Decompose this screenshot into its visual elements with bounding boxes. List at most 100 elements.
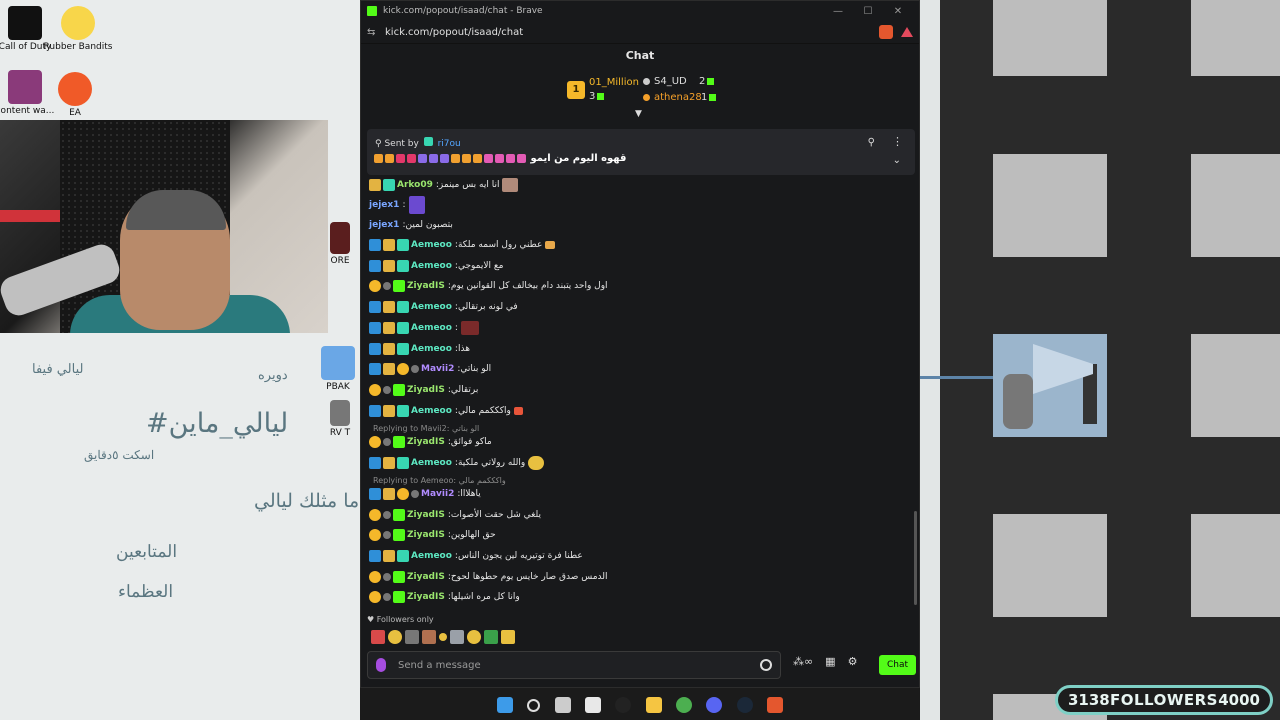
emote-icon[interactable] <box>371 630 385 644</box>
site-settings-icon[interactable]: ⇆ <box>367 27 383 38</box>
desktop-icon-rubber-bandits[interactable]: Rubber Bandits <box>43 6 113 52</box>
title-bar: kick.com/popout/isaad/chat - Brave — ☐ ✕ <box>361 1 919 21</box>
crown-badge-icon <box>383 457 395 469</box>
kick-logo-icon <box>367 6 377 16</box>
reply-context[interactable]: Replying to Aemeoo: واكككمم مالي <box>373 476 506 485</box>
send-chat-button[interactable]: Chat <box>879 655 916 675</box>
maximize-icon[interactable]: ☐ <box>853 6 883 17</box>
crown-badge-icon <box>383 322 395 334</box>
desktop-icon-rvt[interactable]: RV T <box>320 400 360 438</box>
chrome-icon[interactable] <box>675 697 692 713</box>
followers-goal-widget: 3138 FOLLOWERS 4000 <box>1055 685 1273 715</box>
leaderboard-user[interactable]: S4_UD <box>641 76 687 87</box>
chat-message[interactable]: Mavii2: ياهلااا <box>369 486 481 502</box>
gift-icon <box>707 77 715 85</box>
leaderboard-user[interactable]: athena28 <box>641 92 702 103</box>
windows-start-icon[interactable] <box>497 697 514 713</box>
obs-icon[interactable] <box>615 697 632 713</box>
crown-badge-icon <box>383 550 395 562</box>
overlay-note: ما مثلك ليالي <box>254 490 360 512</box>
chat-message[interactable]: jejex1: بتصبون لمين <box>369 217 453 233</box>
overlay-note: ليالي فيفا <box>32 362 84 377</box>
gift-icon <box>597 92 605 100</box>
emote-icon[interactable] <box>501 630 515 644</box>
more-options-icon[interactable]: ⋮ <box>892 135 903 148</box>
chevron-down-icon[interactable]: ⌄ <box>893 155 901 166</box>
emote-icon[interactable] <box>450 630 464 644</box>
emote-icon[interactable] <box>439 633 447 641</box>
chat-message[interactable]: Aemeoo: مع الايموجي <box>369 258 504 274</box>
gift-badge-icon <box>393 384 405 396</box>
chat-message[interactable]: Aemeoo: والله رولاتي ملكية <box>369 455 545 471</box>
moderator-badge-icon <box>369 550 381 562</box>
game-tile <box>993 154 1107 257</box>
chat-message[interactable]: Aemeoo: في لونه برتقالي <box>369 299 518 315</box>
url-field[interactable]: kick.com/popout/isaad/chat <box>383 27 871 38</box>
settings-gear-icon[interactable]: ⚙ <box>848 655 858 668</box>
gifter-badge-icon <box>397 488 409 500</box>
reply-context[interactable]: Replying to Mavii2: الو بناتي <box>373 424 479 433</box>
moderator-badge-icon <box>369 239 381 251</box>
expand-leaderboard-icon[interactable]: ▼ <box>635 109 642 119</box>
chat-message[interactable]: Aemeoo: عطني رول اسمه ملكة <box>369 237 556 253</box>
brave-shields-icon[interactable] <box>879 25 893 39</box>
subscriber-badge-icon <box>383 179 395 191</box>
channel-points-icon[interactable]: ⁂∞ <box>793 655 813 668</box>
unpin-icon[interactable]: ⚲ <box>868 137 875 148</box>
emote-icon[interactable] <box>467 630 481 644</box>
gift-icon[interactable]: ▦ <box>825 655 835 668</box>
chat-scrollbar[interactable] <box>914 511 917 605</box>
chat-message[interactable]: ZiyadIS: وانا كل مره اشيلها <box>369 589 520 605</box>
microphone-icon[interactable] <box>376 658 386 672</box>
subscriber-badge-icon <box>397 405 409 417</box>
leaderboard-user[interactable]: 01_Million <box>589 77 639 88</box>
cod-icon <box>8 6 42 40</box>
brave-rewards-icon[interactable] <box>901 27 913 37</box>
address-bar: ⇆ kick.com/popout/isaad/chat <box>361 21 919 43</box>
founder-badge-icon <box>383 593 391 601</box>
emote-icon[interactable] <box>422 630 436 644</box>
emote-icon[interactable] <box>405 630 419 644</box>
chat-message[interactable]: ZiyadIS: اول واحد يتبند دام بيخالف كل ال… <box>369 278 608 294</box>
discord-icon[interactable] <box>706 697 723 713</box>
moderator-badge-icon <box>369 322 381 334</box>
crown-badge-icon <box>383 260 395 272</box>
moderator-badge-icon <box>369 457 381 469</box>
chat-message[interactable]: ZiyadIS: برتقالي <box>369 382 478 398</box>
chat-message[interactable]: Arko09: انا ايه بس مينمز <box>369 177 519 193</box>
steam-icon[interactable] <box>736 697 753 713</box>
emote-icon[interactable] <box>484 630 498 644</box>
chat-message[interactable]: Aemeoo: هذا <box>369 341 470 357</box>
chat-message[interactable]: ZiyadIS: حق الهالوين <box>369 527 496 543</box>
gifter-badge-icon <box>369 436 381 448</box>
leaderboard-gifts: 2 <box>699 76 715 87</box>
chat-message[interactable]: jejex1: <box>369 196 425 214</box>
emoji-picker-icon[interactable] <box>760 659 772 671</box>
chat-message[interactable]: ZiyadIS: الدمس صدق صار خايس يوم حطوها لح… <box>369 569 608 585</box>
pinned-message[interactable]: ⚲ Sent by ri7ou ⚲ ⋮ قهوه اليوم من ايمو ⌄ <box>367 129 915 175</box>
chat-message[interactable]: Aemeoo: عطنا فرة توتيريه لين يجون الناس <box>369 548 583 564</box>
minimize-icon[interactable]: — <box>823 6 853 17</box>
desktop-icon-ea[interactable]: EA <box>40 72 110 118</box>
task-view-icon[interactable] <box>554 697 571 713</box>
crown-badge-icon <box>383 301 395 313</box>
overlay-note: العظماء <box>118 582 174 602</box>
chat-message[interactable]: ZiyadIS: ماكو فوائق <box>369 434 492 450</box>
emote-icon <box>502 178 519 192</box>
crown-badge-icon <box>369 179 381 191</box>
game-tile <box>1191 0 1280 76</box>
emote-icon[interactable] <box>388 630 402 644</box>
gifter-badge-icon <box>369 571 381 583</box>
chat-input[interactable] <box>398 659 760 671</box>
store-icon[interactable] <box>585 697 602 713</box>
chat-message[interactable]: Mavii2: الو بناتي <box>369 361 491 377</box>
ore-icon <box>330 222 350 254</box>
search-icon[interactable] <box>527 698 541 712</box>
chat-message[interactable]: Aemeoo: واكككمم مالي <box>369 403 523 419</box>
chat-message[interactable]: Aemeoo: <box>369 320 479 336</box>
chat-message[interactable]: ZiyadIS: يلغي شل حقت الأصوات <box>369 507 541 523</box>
pbak-icon <box>321 346 355 380</box>
brave-icon[interactable] <box>766 697 783 713</box>
close-icon[interactable]: ✕ <box>883 6 913 17</box>
folder-icon[interactable] <box>645 697 662 713</box>
